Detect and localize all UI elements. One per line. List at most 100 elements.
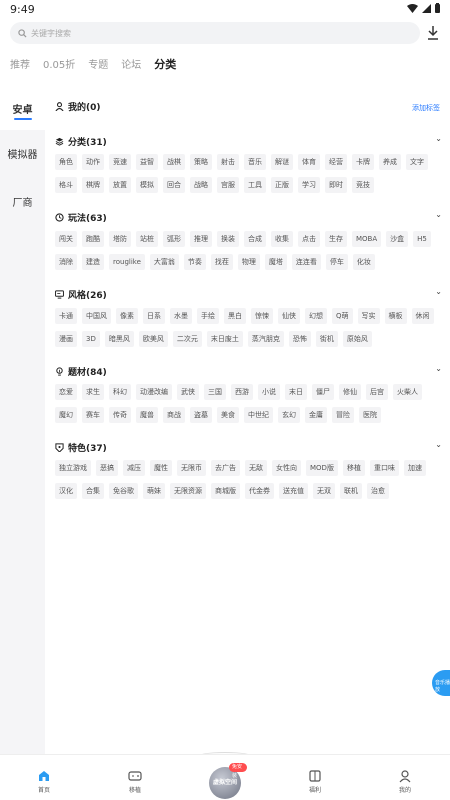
virtual-space-button[interactable]: 虚拟空间 免安装	[203, 763, 247, 799]
tag-chip[interactable]: 化妆	[352, 254, 375, 270]
tab-discount[interactable]: 0.05折	[43, 56, 75, 71]
tag-chip[interactable]: 物理	[237, 254, 260, 270]
tag-chip[interactable]: 闯关	[55, 231, 77, 247]
tag-chip[interactable]: 文字	[406, 154, 428, 170]
tag-chip[interactable]: 工具	[244, 177, 266, 193]
floating-widget-button[interactable]: 音乐播放	[432, 670, 450, 696]
nav-home[interactable]: 首页	[24, 769, 64, 794]
tag-chip[interactable]: 换装	[217, 231, 239, 247]
tag-chip[interactable]: 解谜	[271, 154, 293, 170]
tag-chip[interactable]: 停车	[325, 254, 348, 270]
tag-chip[interactable]: 中国风	[82, 308, 111, 324]
tag-chip[interactable]: 武侠	[177, 384, 199, 400]
tag-chip[interactable]: 格斗	[55, 177, 77, 193]
tag-chip[interactable]: 中世纪	[244, 407, 273, 423]
tag-chip[interactable]: 减压	[123, 460, 145, 476]
tag-chip[interactable]: 末日	[285, 384, 307, 400]
tag-chip[interactable]: 美食	[217, 407, 239, 423]
add-tag-button[interactable]: 添加标签	[412, 103, 440, 113]
tag-chip[interactable]: 策略	[190, 154, 212, 170]
tag-chip[interactable]: 代金券	[245, 483, 274, 499]
download-icon[interactable]	[426, 25, 440, 41]
tag-chip[interactable]: 无双	[313, 483, 335, 499]
tag-chip[interactable]: 二次元	[172, 331, 202, 347]
chevron-down-icon[interactable]: ⌄	[435, 287, 442, 296]
tag-chip[interactable]: 棋牌	[82, 177, 104, 193]
tag-chip[interactable]: 找茬	[210, 254, 233, 270]
tag-chip[interactable]: 建造	[82, 254, 104, 270]
tag-chip[interactable]: 水墨	[170, 308, 192, 324]
tab-topics[interactable]: 专题	[88, 56, 108, 71]
tag-chip[interactable]: 小说	[258, 384, 280, 400]
nav-welfare[interactable]: 福利	[295, 769, 335, 794]
tag-chip[interactable]: 修仙	[339, 384, 361, 400]
sidebar-item-emulator[interactable]: 模拟器	[0, 146, 45, 161]
tag-chip[interactable]: 汉化	[55, 483, 77, 499]
tag-chip[interactable]: 塔防	[109, 231, 131, 247]
tag-chip[interactable]: 合集	[82, 483, 104, 499]
tag-chip[interactable]: 收集	[271, 231, 293, 247]
tag-chip[interactable]: 治愈	[367, 483, 389, 499]
tag-chip[interactable]: 恐怖	[288, 331, 311, 347]
tag-chip[interactable]: 商战	[163, 407, 185, 423]
tag-chip[interactable]: 僵尸	[312, 384, 334, 400]
tag-chip[interactable]: 体育	[298, 154, 320, 170]
sidebar-item-android[interactable]: 安卓	[0, 90, 45, 130]
tag-chip[interactable]: 魔兽	[136, 407, 158, 423]
tag-chip[interactable]: 原始风	[342, 331, 372, 347]
nav-port[interactable]: 移植	[115, 769, 155, 794]
search-input[interactable]: 关键字搜索	[10, 22, 420, 44]
tag-chip[interactable]: 漫画	[55, 331, 77, 347]
tag-chip[interactable]: 暗黑风	[104, 331, 134, 347]
tag-chip[interactable]: 去广告	[211, 460, 240, 476]
tag-chip[interactable]: MOBA	[352, 231, 382, 247]
tag-chip[interactable]: 养成	[379, 154, 401, 170]
tag-chip[interactable]: 移植	[342, 460, 365, 476]
tag-chip[interactable]: 宫服	[217, 177, 239, 193]
tag-chip[interactable]: 推理	[190, 231, 212, 247]
chevron-down-icon[interactable]: ⌄	[435, 210, 442, 219]
tag-chip[interactable]: 点击	[298, 231, 320, 247]
tag-chip[interactable]: Q萌	[332, 308, 353, 324]
tag-chip[interactable]: 惊悚	[251, 308, 273, 324]
tag-chip[interactable]: 送充值	[279, 483, 308, 499]
tag-chip[interactable]: 连连看	[291, 254, 321, 270]
tag-chip[interactable]: 合成	[244, 231, 266, 247]
tag-chip[interactable]: 卡牌	[352, 154, 374, 170]
tag-chip[interactable]: 手绘	[197, 308, 219, 324]
tag-chip[interactable]: 像素	[116, 308, 138, 324]
tag-chip[interactable]: 盗墓	[190, 407, 212, 423]
tag-chip[interactable]: 三国	[204, 384, 226, 400]
tag-chip[interactable]: 赛车	[82, 407, 104, 423]
tag-chip[interactable]: 动作	[82, 154, 104, 170]
tag-chip[interactable]: 角色	[55, 154, 77, 170]
tag-chip[interactable]: 益智	[136, 154, 158, 170]
tag-chip[interactable]: 竞速	[109, 154, 131, 170]
tab-recommend[interactable]: 推荐	[10, 56, 30, 71]
tag-chip[interactable]: 黑白	[224, 308, 246, 324]
tag-chip[interactable]: 后宫	[366, 384, 388, 400]
tag-chip[interactable]: 经营	[325, 154, 347, 170]
tag-chip[interactable]: 竞技	[352, 177, 374, 193]
tag-chip[interactable]: 蒸汽朋克	[247, 331, 284, 347]
tag-chip[interactable]: 末日废土	[206, 331, 243, 347]
tag-chip[interactable]: 冒险	[332, 407, 354, 423]
tag-chip[interactable]: 学习	[298, 177, 320, 193]
tag-chip[interactable]: 恋爱	[55, 384, 77, 400]
tag-chip[interactable]: 跑酷	[82, 231, 104, 247]
tag-chip[interactable]: 回合	[163, 177, 185, 193]
tag-chip[interactable]: rouglike	[109, 254, 145, 270]
tag-chip[interactable]: 放置	[109, 177, 131, 193]
tag-chip[interactable]: 西游	[231, 384, 253, 400]
tag-chip[interactable]: 音乐	[244, 154, 266, 170]
tag-chip[interactable]: 魔幻	[55, 407, 77, 423]
tag-chip[interactable]: 魔性	[150, 460, 172, 476]
tag-chip[interactable]: 欧美风	[138, 331, 168, 347]
nav-mine[interactable]: 我的	[385, 769, 425, 794]
tag-chip[interactable]: 萌妹	[143, 483, 165, 499]
tag-chip[interactable]: 免谷歌	[109, 483, 138, 499]
tag-chip[interactable]: 重口味	[369, 460, 399, 476]
tag-chip[interactable]: 正版	[271, 177, 293, 193]
tag-chip[interactable]: 医院	[359, 407, 381, 423]
tag-chip[interactable]: 动漫改编	[136, 384, 172, 400]
